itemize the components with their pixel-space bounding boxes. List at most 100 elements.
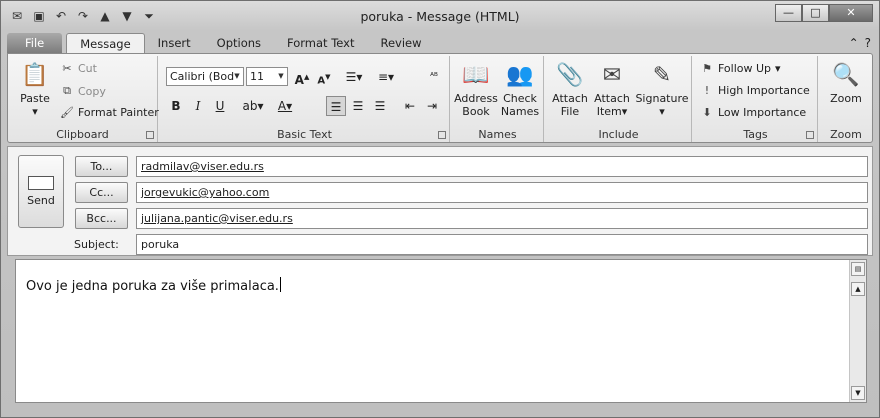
- vertical-scrollbar[interactable]: ▤ ▲ ▼: [849, 260, 866, 402]
- envelope-icon: ✉: [602, 62, 622, 88]
- to-field[interactable]: radmilav@viser.edu.rs: [136, 156, 868, 177]
- subject-value: poruka: [141, 238, 180, 251]
- scroll-up-icon[interactable]: ▲: [851, 282, 865, 296]
- send-envelope-icon: [28, 176, 54, 190]
- attach-file-button[interactable]: 📎 Attach File: [550, 60, 590, 118]
- minimize-ribbon-icon[interactable]: ⌃: [849, 36, 859, 50]
- low-importance-button[interactable]: ⬇ Low Importance: [700, 106, 806, 119]
- clipboard-launcher[interactable]: [146, 131, 154, 139]
- subject-label: Subject:: [74, 238, 119, 251]
- italic-button[interactable]: I: [188, 96, 208, 116]
- cc-button[interactable]: Cc...: [75, 182, 128, 203]
- scissors-icon: ✂: [62, 62, 72, 75]
- cc-field[interactable]: jorgevukic@yahoo.com: [136, 182, 868, 203]
- address-book-icon: 📖: [462, 62, 490, 88]
- tab-options[interactable]: Options: [204, 33, 274, 54]
- tab-insert[interactable]: Insert: [145, 33, 204, 54]
- tags-launcher[interactable]: [806, 131, 814, 139]
- basic-text-group: Calibri (Body) ▼ 11 ▼ A▲ A▼ ☰▾ ≡▾ ᴬᴮ B I…: [160, 56, 450, 142]
- align-left-button[interactable]: ☰: [326, 96, 346, 116]
- check-names-button[interactable]: 👥 Check Names: [498, 60, 542, 118]
- subject-field[interactable]: poruka: [136, 234, 868, 255]
- message-body[interactable]: Ovo je jedna poruka za više primalaca. ▤…: [15, 259, 867, 403]
- basic-text-label: Basic Text: [277, 128, 332, 141]
- underline-button[interactable]: U: [210, 96, 230, 116]
- zoom-group: 🔍 Zoom Zoom: [820, 56, 872, 142]
- magnifier-icon: 🔍: [832, 62, 860, 88]
- chevron-down-icon: ▼: [234, 72, 240, 80]
- format-painter-button[interactable]: 🖌 Format Painter: [60, 106, 159, 119]
- tags-group: ⚑ Follow Up ▾ ! High Importance ⬇ Low Imp…: [694, 56, 818, 142]
- signature-button[interactable]: ✎ Signature ▾: [634, 60, 690, 118]
- bcc-field[interactable]: julijana.pantic@viser.edu.rs: [136, 208, 868, 229]
- signature-icon: ✎: [652, 62, 672, 88]
- cut-button[interactable]: ✂ Cut: [60, 62, 97, 75]
- align-center-button[interactable]: ☰: [348, 96, 368, 116]
- ribbon-tabs: File Message Insert Options Format Text …: [7, 32, 435, 54]
- flag-icon: ⚑: [702, 62, 712, 75]
- close-button[interactable]: ✕: [829, 4, 873, 22]
- names-group: 📖 Address Book 👥 Check Names Names: [452, 56, 544, 142]
- send-button[interactable]: Send: [18, 155, 64, 228]
- styles-icon[interactable]: ᴬᴮ: [424, 67, 444, 87]
- body-text: Ovo je jedna poruka za više primalaca.: [26, 277, 281, 294]
- include-label: Include: [598, 128, 639, 141]
- shrink-font-button[interactable]: A▼: [314, 67, 334, 87]
- help-icon[interactable]: ?: [865, 36, 871, 50]
- text-cursor: [279, 277, 281, 292]
- font-combo[interactable]: Calibri (Body) ▼: [166, 67, 244, 86]
- paste-icon: 📋: [21, 62, 49, 88]
- decrease-indent-button[interactable]: ⇤: [400, 96, 420, 116]
- copy-icon: ⧉: [63, 84, 71, 97]
- clipboard-label: Clipboard: [56, 128, 109, 141]
- clipboard-group: 📋 Paste ▾ ✂ Cut ⧉ Copy 🖌 Format Painter C…: [8, 56, 159, 142]
- maximize-button[interactable]: □: [802, 4, 829, 22]
- basic-text-launcher[interactable]: [438, 131, 446, 139]
- cc-recipient[interactable]: jorgevukic@yahoo.com: [141, 186, 269, 199]
- to-button[interactable]: To...: [75, 156, 128, 177]
- minimize-button[interactable]: —: [775, 4, 802, 22]
- exclamation-icon: !: [704, 84, 710, 97]
- font-color-button[interactable]: A▾: [270, 96, 300, 116]
- ribbon: 📋 Paste ▾ ✂ Cut ⧉ Copy 🖌 Format Painter C…: [7, 53, 873, 143]
- scroll-down-icon[interactable]: ▼: [851, 386, 865, 400]
- increase-indent-button[interactable]: ⇥: [422, 96, 442, 116]
- bcc-recipient[interactable]: julijana.pantic@viser.edu.rs: [141, 212, 293, 225]
- to-recipient[interactable]: radmilav@viser.edu.rs: [141, 160, 264, 173]
- tab-review[interactable]: Review: [367, 33, 434, 54]
- brush-icon: 🖌: [60, 106, 74, 119]
- window-controls: — □ ✕: [775, 4, 873, 22]
- title-bar: ✉ ▣ ↶ ↷ ▲ ▼ ⏷ poruka - Message (HTML) — …: [1, 1, 879, 33]
- numbering-button[interactable]: ≡▾: [376, 67, 396, 87]
- tags-label: Tags: [743, 128, 768, 141]
- paperclip-icon: 📎: [556, 62, 584, 88]
- address-book-button[interactable]: 📖 Address Book: [454, 60, 498, 118]
- follow-up-button[interactable]: ⚑ Follow Up ▾: [700, 62, 781, 75]
- grow-font-button[interactable]: A▲: [292, 67, 312, 87]
- paste-button[interactable]: 📋 Paste ▾: [14, 60, 56, 118]
- copy-button[interactable]: ⧉ Copy: [60, 84, 106, 98]
- ribbon-help-area: ⌃ ?: [849, 36, 871, 50]
- ruler-toggle-icon[interactable]: ▤: [851, 262, 865, 276]
- zoom-button[interactable]: 🔍 Zoom: [824, 60, 868, 105]
- tab-message[interactable]: Message: [66, 33, 145, 54]
- font-size-combo[interactable]: 11 ▼: [246, 67, 288, 86]
- message-header: Send To... Cc... Bcc... Subject: radmila…: [7, 146, 873, 256]
- zoom-label: Zoom: [830, 128, 862, 141]
- window-title: poruka - Message (HTML): [360, 9, 520, 24]
- down-arrow-icon: ⬇: [702, 106, 712, 119]
- bcc-button[interactable]: Bcc...: [75, 208, 128, 229]
- align-right-button[interactable]: ☰: [370, 96, 390, 116]
- high-importance-button[interactable]: ! High Importance: [700, 84, 810, 97]
- check-names-icon: 👥: [506, 62, 534, 88]
- tab-format-text[interactable]: Format Text: [274, 33, 367, 54]
- highlight-button[interactable]: ab▾: [238, 96, 268, 116]
- bold-button[interactable]: B: [166, 96, 186, 116]
- bullets-button[interactable]: ☰▾: [344, 67, 364, 87]
- attach-item-button[interactable]: ✉ Attach Item▾: [592, 60, 632, 118]
- chevron-down-icon: ▼: [278, 72, 284, 80]
- tab-file[interactable]: File: [7, 33, 63, 54]
- include-group: 📎 Attach File ✉ Attach Item▾ ✎ Signature…: [546, 56, 692, 142]
- names-label: Names: [478, 128, 517, 141]
- message-window: ✉ ▣ ↶ ↷ ▲ ▼ ⏷ poruka - Message (HTML) — …: [0, 0, 880, 418]
